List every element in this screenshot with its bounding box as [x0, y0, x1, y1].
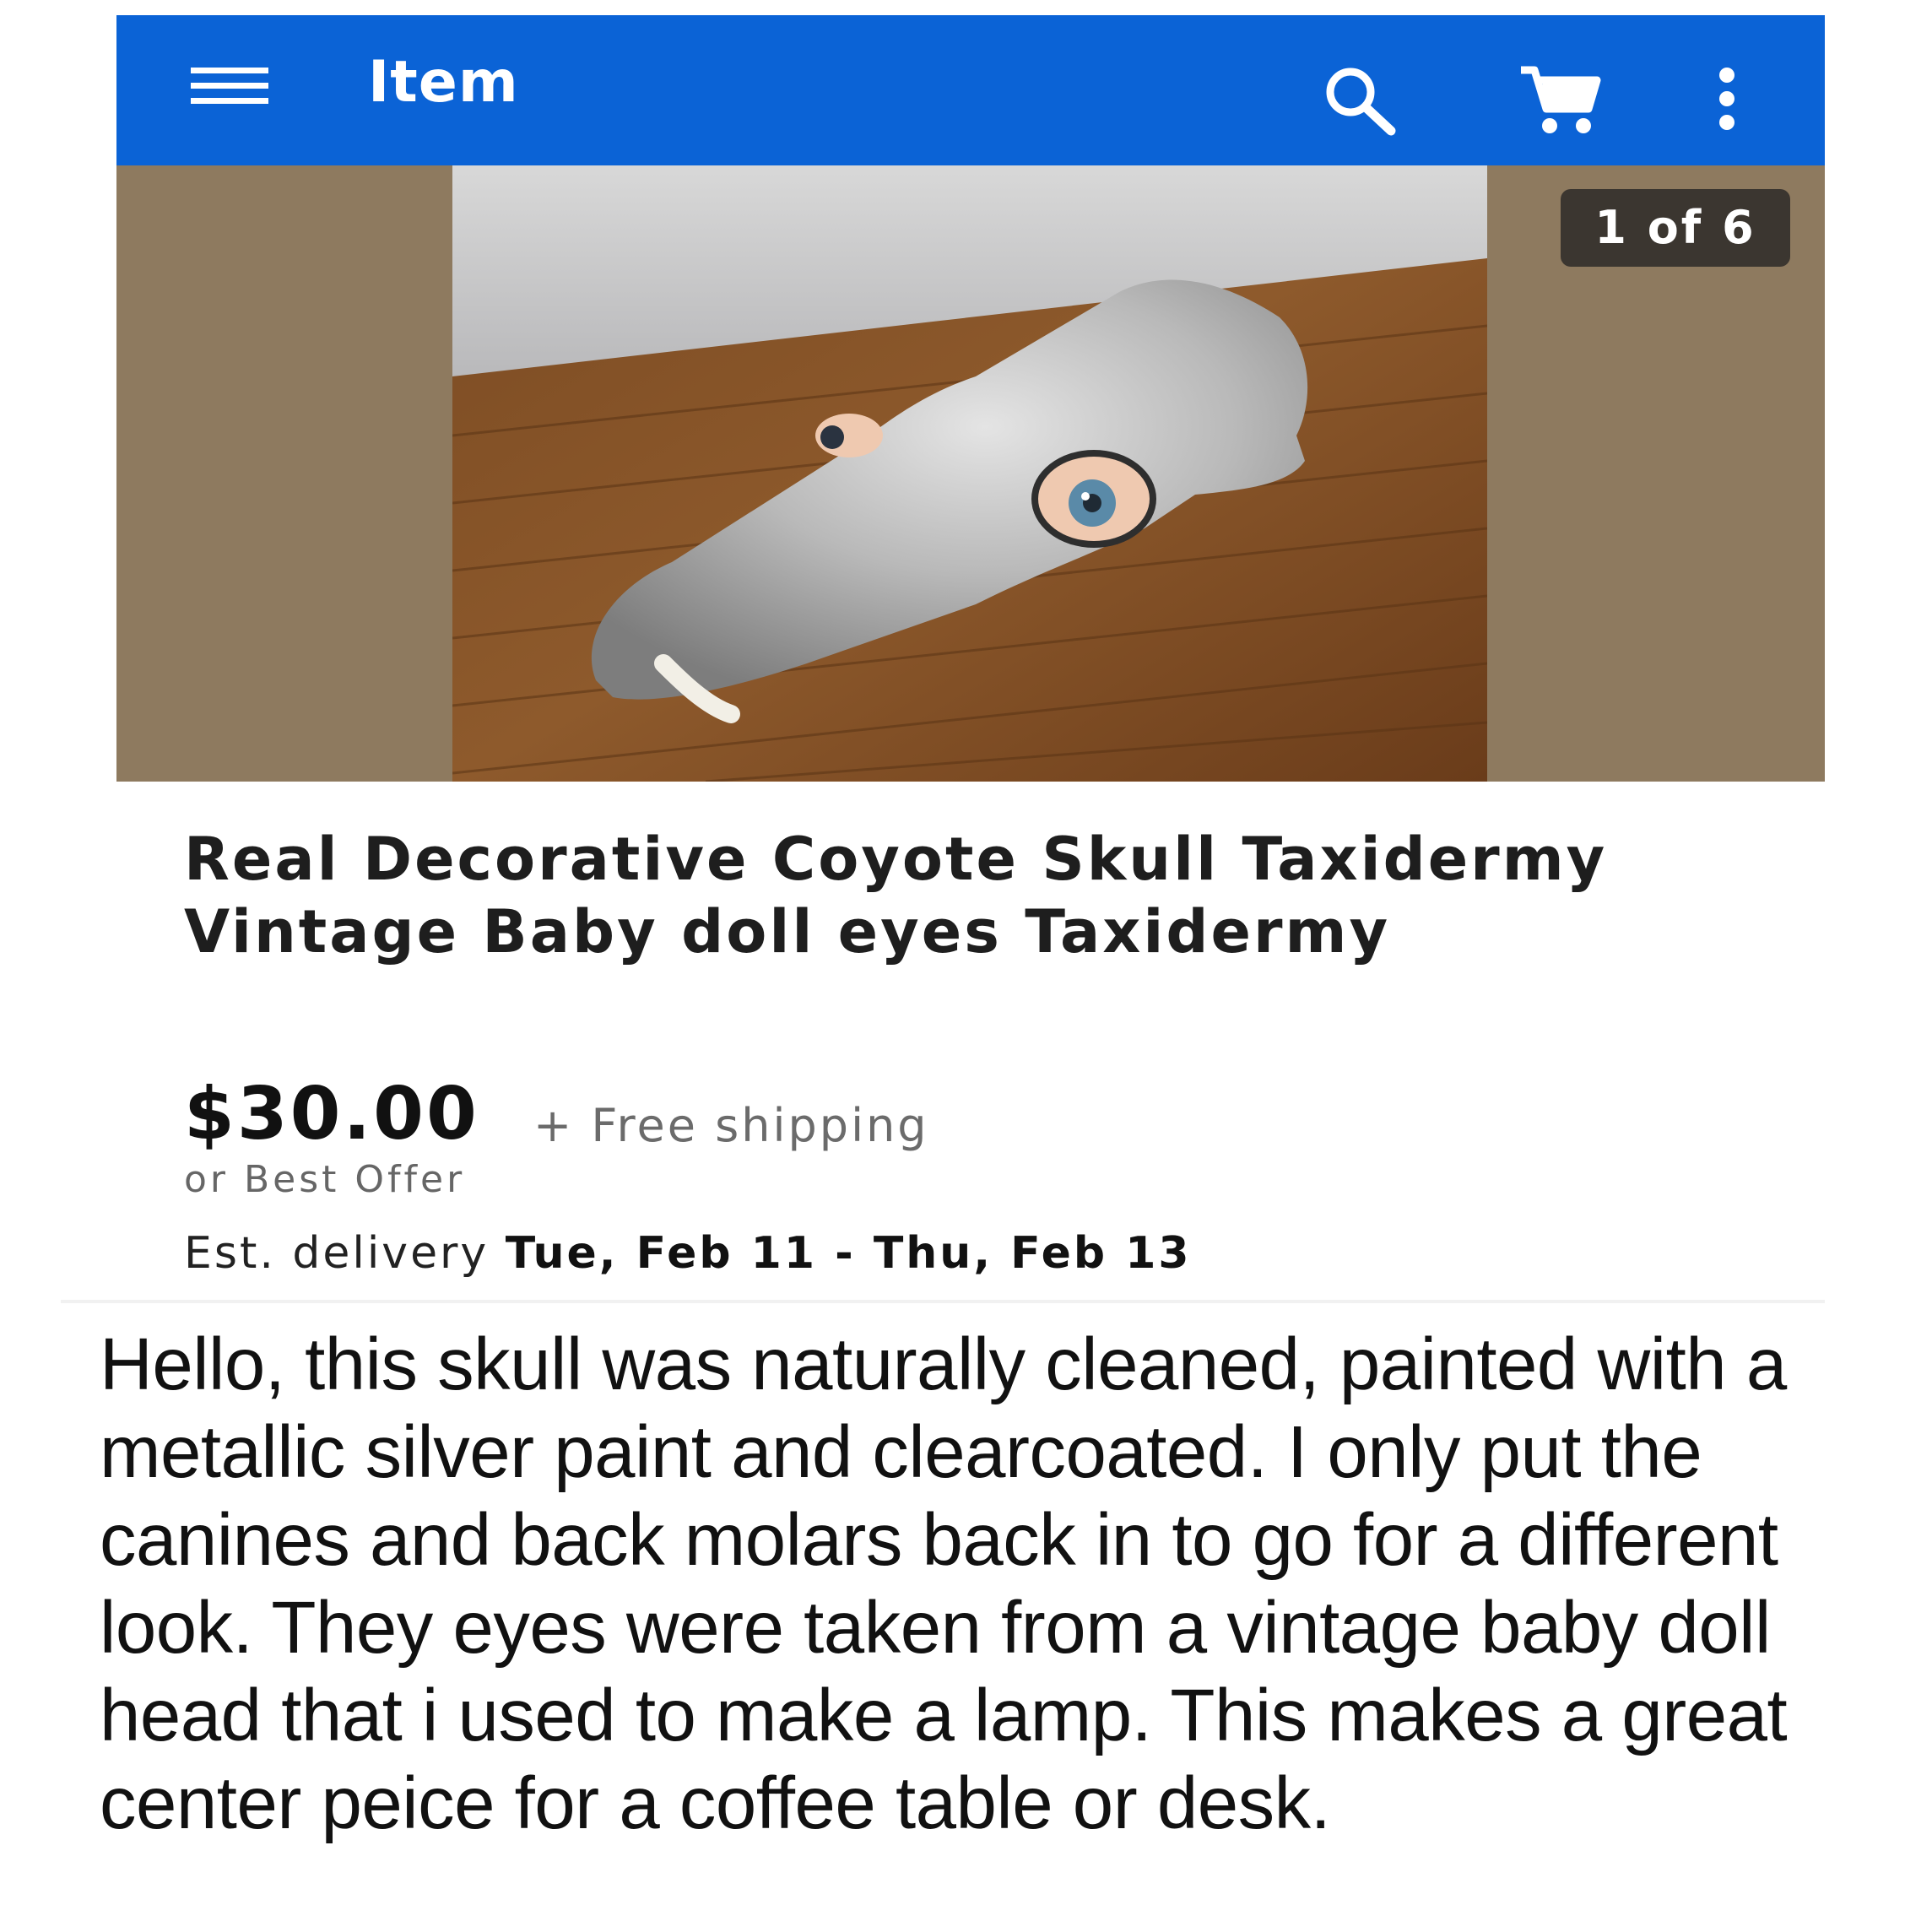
search-icon[interactable]	[1318, 62, 1399, 138]
divider	[61, 1300, 1825, 1303]
estimated-delivery: Est. delivery Tue, Feb 11 - Thu, Feb 13	[184, 1228, 1192, 1279]
listing-title: Real Decorative Coyote Skull Taxidermy V…	[184, 825, 1608, 966]
image-gallery[interactable]: 1 of 6	[116, 165, 1825, 782]
delivery-label: Est. delivery	[184, 1228, 490, 1279]
menu-icon[interactable]	[191, 66, 268, 118]
app-bar: Item	[116, 15, 1825, 165]
more-vertical-icon[interactable]	[1702, 62, 1752, 138]
item-description: Hello, this skull was naturally cleaned,…	[100, 1323, 1788, 1844]
best-offer-label: or Best Offer	[184, 1158, 466, 1201]
product-photo[interactable]	[452, 165, 1487, 782]
shipping-info: + Free shipping	[533, 1099, 929, 1152]
app-title: Item	[368, 49, 519, 116]
delivery-dates: Tue, Feb 11 - Thu, Feb 13	[505, 1228, 1192, 1279]
image-counter-badge: 1 of 6	[1561, 189, 1790, 267]
price: $30.00	[184, 1072, 479, 1156]
cart-icon[interactable]	[1518, 62, 1602, 138]
